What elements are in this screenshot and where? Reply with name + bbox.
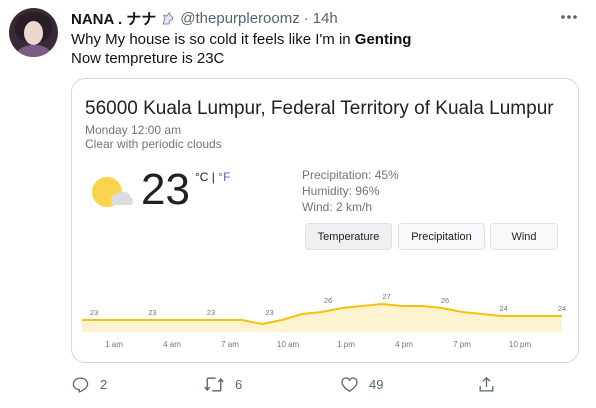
chart-x-tick: 7 pm [453, 340, 471, 349]
chart-value-label: 24 [499, 304, 507, 313]
user-handle[interactable]: @thepurpleroomz [180, 10, 299, 27]
chart-value-label: 27 [382, 292, 390, 301]
chart-x-tick: 4 am [163, 340, 181, 349]
weather-card[interactable]: 56000 Kuala Lumpur, Federal Territory of… [71, 78, 579, 363]
weather-datetime: Monday 12:00 am [85, 123, 182, 137]
wind-stat: Wind: 2 km/h [302, 200, 373, 214]
tweet-text: Why My house is so cold it feels like I'… [71, 30, 411, 68]
chart-x-tick: 10 am [277, 340, 300, 349]
like-action[interactable]: 49 [340, 374, 383, 394]
chart-value-label: 23 [265, 308, 273, 317]
tweet-text-line-1: Why My house is so cold it feels like I'… [71, 30, 411, 49]
weather-location: 56000 Kuala Lumpur, Federal Territory of… [85, 98, 554, 119]
tab-precipitation[interactable]: Precipitation [398, 223, 485, 250]
chart-value-label: 26 [441, 296, 449, 305]
tweet-header: NANA . ナナ @thepurpleroomz · 14h [71, 8, 338, 28]
chart-x-tick: 1 am [105, 340, 123, 349]
chart-value-label: 24 [558, 304, 566, 313]
tab-temperature[interactable]: Temperature [305, 223, 392, 250]
chart-value-label: 26 [324, 296, 332, 305]
reply-icon[interactable] [71, 375, 90, 394]
retweet-action[interactable]: 6 [203, 374, 242, 394]
precipitation-stat: Precipitation: 45% [302, 168, 399, 182]
unicorn-icon [162, 10, 174, 25]
chart-value-label: 23 [90, 308, 98, 317]
share-icon[interactable] [477, 375, 496, 394]
retweet-count: 6 [235, 376, 243, 392]
more-icon[interactable] [558, 10, 580, 24]
weather-condition: Clear with periodic clouds [85, 137, 222, 151]
chart-value-label: 23 [148, 308, 156, 317]
heart-icon[interactable] [340, 375, 359, 394]
unit-separator: | [208, 170, 219, 184]
partly-cloudy-icon [92, 177, 134, 207]
avatar[interactable] [9, 8, 58, 57]
chart-x-tick: 10 pm [509, 340, 532, 349]
reply-count: 2 [100, 376, 108, 392]
separator-dot: · [303, 9, 309, 27]
avatar-shirt [17, 45, 51, 57]
temperature-chart: 23 23 23 23 26 27 26 24 24 1 am 4 am 7 am 10 am 1 pm 4… [82, 292, 566, 349]
like-count: 49 [369, 376, 384, 392]
chart-x-tick: 4 pm [395, 340, 413, 349]
humidity-stat: Humidity: 96% [302, 184, 380, 198]
tweet-text-bold: Genting [354, 31, 412, 48]
chart-x-tick: 1 pm [337, 340, 355, 349]
chart-value-label: 23 [207, 308, 215, 317]
chart-x-tick: 7 am [221, 340, 239, 349]
tweet-text-line-2: Now tempreture is 23C [71, 50, 225, 67]
tweet-text-prefix: Why My house is so cold it feels like I'… [71, 31, 355, 48]
tweet-time[interactable]: 14h [313, 10, 338, 27]
share-action[interactable] [477, 374, 496, 394]
current-temperature: 23 [141, 165, 190, 214]
unit-f[interactable]: °F [218, 170, 230, 184]
avatar-face [24, 21, 43, 45]
retweet-icon[interactable] [203, 375, 225, 394]
tab-wind[interactable]: Wind [490, 223, 558, 250]
unit-toggle[interactable]: °C | °F [195, 170, 230, 184]
reply-action[interactable]: 2 [71, 374, 107, 394]
weather-stats: Precipitation: 45% Humidity: 96% Wind: 2… [302, 167, 399, 215]
unit-c[interactable]: °C [195, 170, 208, 184]
display-name[interactable]: NANA . ナナ [71, 8, 156, 29]
